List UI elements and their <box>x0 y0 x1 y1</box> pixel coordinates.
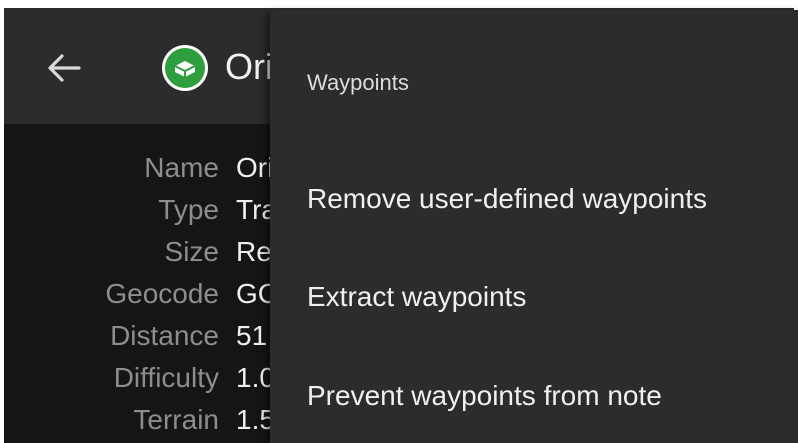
waypoints-menu: Waypoints Remove user-defined waypoints … <box>270 10 798 443</box>
detail-value: 51 <box>236 320 268 351</box>
detail-label: Difficulty <box>113 362 219 393</box>
menu-item-label: Extract waypoints <box>307 281 527 312</box>
detail-value: Re <box>236 236 272 267</box>
detail-label: Geocode <box>105 278 219 309</box>
detail-label: Distance <box>110 320 219 351</box>
detail-value: Ori <box>236 152 274 183</box>
page-title: Ori <box>225 46 273 87</box>
menu-item-label: Remove user-defined waypoints <box>307 183 707 214</box>
detail-label: Name <box>144 152 219 183</box>
detail-label: Size <box>164 236 219 267</box>
arrow-left-icon <box>48 54 81 82</box>
detail-label: Terrain <box>133 404 219 435</box>
extract-waypoints-item[interactable]: Extract waypoints <box>270 253 798 343</box>
menu-item-label: Prevent waypoints from note <box>307 380 662 411</box>
remove-user-defined-waypoints-item[interactable]: Remove user-defined waypoints <box>270 155 798 245</box>
traditional-cache-icon <box>162 45 208 91</box>
prevent-waypoints-from-note-item[interactable]: Prevent waypoints from note <box>270 352 798 442</box>
detail-label: Type <box>158 194 219 225</box>
menu-header: Waypoints <box>307 70 409 95</box>
back-button[interactable] <box>34 38 94 98</box>
